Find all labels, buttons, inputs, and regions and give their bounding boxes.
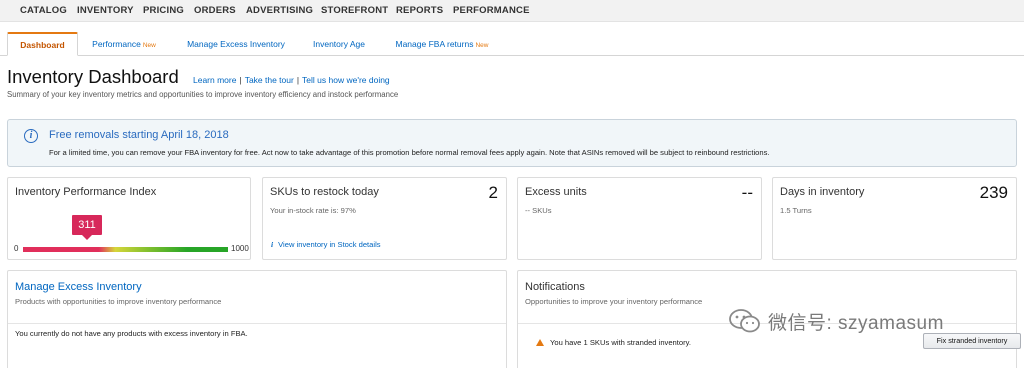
card-title: SKUs to restock today bbox=[270, 186, 379, 198]
nav-performance[interactable]: PERFORMANCE bbox=[453, 5, 530, 16]
days-value: 239 bbox=[979, 183, 1008, 202]
restock-card: SKUs to restock today 2 Your in-stock ra… bbox=[262, 177, 507, 260]
days-in-inventory-card: Days in inventory 239 1.5 Turns bbox=[772, 177, 1017, 260]
stranded-warning: You have 1 SKUs with stranded inventory. bbox=[536, 338, 691, 347]
take-the-tour-link[interactable]: Take the tour bbox=[245, 75, 294, 85]
nav-advertising[interactable]: ADVERTISING bbox=[246, 5, 313, 16]
warning-icon bbox=[536, 339, 544, 346]
excess-skus: -- SKUs bbox=[525, 206, 552, 215]
restock-count: 2 bbox=[488, 183, 498, 202]
link-label: View inventory in Stock details bbox=[278, 240, 381, 249]
header-links: Learn more | Take the tour | Tell us how we'… bbox=[193, 75, 390, 85]
tab-dashboard[interactable]: Dashboard bbox=[7, 32, 78, 56]
nav-catalog[interactable]: CATALOG bbox=[20, 5, 67, 16]
excess-units-card: Excess units -- -- SKUs bbox=[517, 177, 762, 260]
warning-text: You have 1 SKUs with stranded inventory. bbox=[550, 338, 691, 347]
instock-rate: Your in-stock rate is: 97% bbox=[270, 206, 356, 215]
tab-label: Manage Excess Inventory bbox=[187, 39, 285, 49]
ipi-gauge-bar bbox=[23, 247, 228, 252]
nav-pricing[interactable]: PRICING bbox=[143, 5, 184, 16]
divider bbox=[8, 323, 506, 324]
tab-manage-excess-inventory[interactable]: Manage Excess Inventory bbox=[180, 32, 292, 56]
wechat-watermark: 微信号: szyamasum bbox=[728, 304, 996, 338]
link-separator: | bbox=[296, 75, 300, 85]
learn-more-link[interactable]: Learn more bbox=[193, 75, 236, 85]
ipi-min-label: 0 bbox=[14, 244, 19, 253]
alert-body: For a limited time, you can remove your … bbox=[49, 148, 770, 157]
new-badge: New bbox=[475, 42, 489, 49]
section-subtitle: Opportunities to improve your inventory … bbox=[525, 297, 703, 306]
manage-excess-panel: Manage Excess Inventory Products with op… bbox=[7, 270, 507, 368]
promo-alert: i Free removals starting April 18, 2018 … bbox=[7, 119, 1017, 167]
tab-label: Manage FBA returns bbox=[395, 39, 474, 49]
section-title: Notifications bbox=[525, 281, 585, 293]
tab-manage-fba-returns[interactable]: Manage FBA returns New bbox=[386, 32, 498, 56]
tab-label: Performance bbox=[92, 39, 141, 49]
nav-orders[interactable]: ORDERS bbox=[194, 5, 236, 16]
page-title: Inventory Dashboard bbox=[7, 66, 179, 87]
card-title: Days in inventory bbox=[780, 186, 865, 198]
alert-title: Free removals starting April 18, 2018 bbox=[49, 129, 229, 141]
tab-performance[interactable]: Performance New bbox=[84, 32, 164, 56]
tab-label: Inventory Age bbox=[313, 39, 365, 49]
view-inventory-link[interactable]: i View inventory in Stock details bbox=[271, 240, 381, 249]
info-icon: i bbox=[271, 240, 274, 249]
tab-bar: Dashboard Performance New Manage Excess I… bbox=[0, 32, 1024, 56]
nav-reports[interactable]: REPORTS bbox=[396, 5, 443, 16]
empty-message: You currently do not have any products w… bbox=[15, 329, 248, 338]
wechat-logo-icon bbox=[729, 309, 760, 333]
card-title: Excess units bbox=[525, 186, 587, 198]
new-badge: New bbox=[142, 42, 156, 49]
page-subtitle: Summary of your key inventory metrics an… bbox=[7, 90, 399, 99]
section-subtitle: Products with opportunities to improve i… bbox=[15, 297, 222, 306]
watermark-text: 微信号: szyamasum bbox=[768, 313, 944, 334]
tab-label: Dashboard bbox=[20, 40, 65, 50]
manage-excess-link[interactable]: Manage Excess Inventory bbox=[15, 281, 142, 293]
tab-inventory-age[interactable]: Inventory Age bbox=[305, 32, 373, 56]
turns-value: 1.5 Turns bbox=[780, 206, 812, 215]
excess-units-value: -- bbox=[741, 183, 753, 202]
link-separator: | bbox=[239, 75, 242, 85]
nav-inventory[interactable]: INVENTORY bbox=[77, 5, 134, 16]
ipi-card: Inventory Performance Index 311 0 1000 bbox=[7, 177, 251, 260]
ipi-max-label: 1000 bbox=[231, 244, 249, 253]
feedback-link[interactable]: Tell us how we're doing bbox=[302, 75, 390, 85]
info-icon: i bbox=[24, 129, 38, 143]
nav-storefront[interactable]: STOREFRONT bbox=[321, 5, 388, 16]
card-title: Inventory Performance Index bbox=[15, 186, 157, 198]
ipi-score-marker: 311 bbox=[72, 215, 102, 240]
top-nav: CATALOG INVENTORY PRICING ORDERS ADVERTI… bbox=[0, 0, 1024, 22]
